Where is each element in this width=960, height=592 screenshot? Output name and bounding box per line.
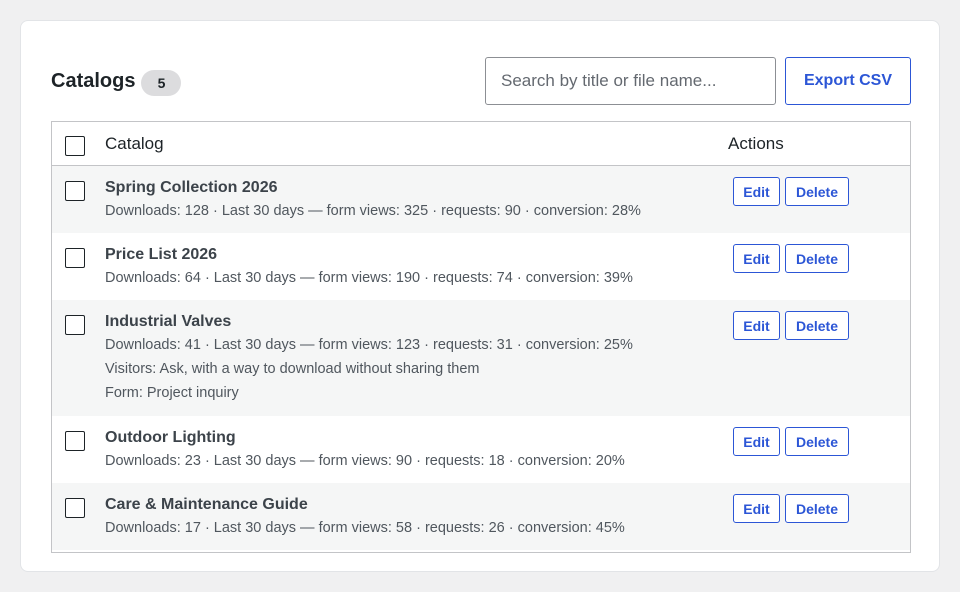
catalog-stats: Downloads: 64 · Last 30 days — form view… [105,270,633,286]
catalog-stats: Downloads: 17 · Last 30 days — form view… [105,520,625,536]
catalog-title: Price List 2026 [105,246,218,263]
title-wrap: Catalogs 5 [51,57,182,105]
edit-button[interactable]: Edit [733,494,780,523]
search-input[interactable] [485,57,776,105]
catalog-title: Outdoor Lighting [105,429,236,446]
table-row: Industrial Valves Downloads: 41 · Last 30… [52,300,910,416]
row-checkbox[interactable] [65,498,85,518]
count-badge: 5 [141,70,182,96]
table-row: Outdoor Lighting Downloads: 23 · Last 30 … [52,416,910,483]
catalog-title: Industrial Valves [105,313,232,330]
edit-button[interactable]: Edit [733,244,780,273]
row-checkbox[interactable] [65,315,85,335]
table-row: Price List 2026 Downloads: 64 · Last 30 d… [52,233,910,300]
table-header: Catalog Actions [52,122,910,166]
column-header-catalog: Catalog [105,134,164,153]
edit-button[interactable]: Edit [733,427,780,456]
export-csv-button[interactable]: Export CSV [785,57,911,105]
delete-button[interactable]: Delete [785,177,849,206]
catalog-title: Care & Maintenance Guide [105,496,308,513]
row-checkbox[interactable] [65,248,85,268]
catalog-detail: Visitors: Ask, with a way to download wi… [105,361,480,377]
row-checkbox[interactable] [65,431,85,451]
row-checkbox[interactable] [65,181,85,201]
column-header-actions: Actions [728,134,784,153]
page-title: Catalogs [51,69,136,92]
catalog-stats: Downloads: 23 · Last 30 days — form view… [105,453,625,469]
table-row: Spring Collection 2026 Downloads: 128 · L… [52,166,910,233]
select-all-checkbox[interactable] [65,136,85,156]
delete-button[interactable]: Delete [785,427,849,456]
catalog-title: Spring Collection 2026 [105,179,278,196]
catalog-detail: Form: Project inquiry [105,385,239,401]
delete-button[interactable]: Delete [785,244,849,273]
delete-button[interactable]: Delete [785,494,849,523]
catalogs-card: Catalogs 5 Export CSV Catalog Actions Sp… [20,20,940,572]
catalogs-table: Catalog Actions Spring Collection 2026 Do… [51,121,911,553]
table-body: Spring Collection 2026 Downloads: 128 · L… [52,166,910,550]
delete-button[interactable]: Delete [785,311,849,340]
edit-button[interactable]: Edit [733,311,780,340]
catalog-stats: Downloads: 41 · Last 30 days — form view… [105,337,633,353]
edit-button[interactable]: Edit [733,177,780,206]
catalog-stats: Downloads: 128 · Last 30 days — form vie… [105,203,641,219]
catalogs-header: Catalogs 5 Export CSV [51,57,911,105]
table-row: Care & Maintenance Guide Downloads: 17 · … [52,483,910,550]
